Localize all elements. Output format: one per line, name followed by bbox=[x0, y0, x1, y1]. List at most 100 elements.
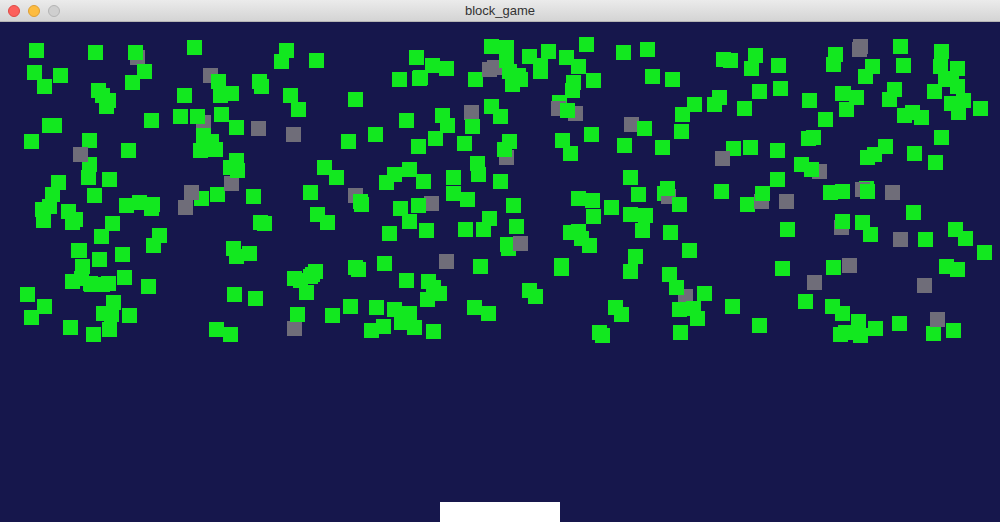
window-controls bbox=[8, 5, 68, 17]
block bbox=[748, 48, 763, 63]
block bbox=[412, 71, 427, 86]
block bbox=[464, 105, 479, 120]
block bbox=[930, 312, 945, 327]
block bbox=[771, 58, 786, 73]
block bbox=[419, 223, 434, 238]
block bbox=[887, 82, 902, 97]
block bbox=[473, 259, 488, 274]
block bbox=[897, 108, 912, 123]
block bbox=[416, 174, 431, 189]
block bbox=[715, 151, 730, 166]
block bbox=[826, 57, 841, 72]
block bbox=[187, 40, 202, 55]
block bbox=[946, 323, 961, 338]
block bbox=[635, 223, 650, 238]
block bbox=[287, 321, 302, 336]
block bbox=[178, 200, 193, 215]
block bbox=[802, 93, 817, 108]
block bbox=[402, 306, 417, 321]
block bbox=[928, 155, 943, 170]
close-button-icon[interactable] bbox=[8, 5, 20, 17]
block bbox=[121, 143, 136, 158]
block bbox=[248, 291, 263, 306]
block bbox=[88, 45, 103, 60]
block bbox=[645, 69, 660, 84]
block bbox=[42, 199, 57, 214]
block bbox=[84, 277, 99, 292]
block bbox=[697, 286, 712, 301]
block bbox=[865, 59, 880, 74]
block bbox=[460, 192, 475, 207]
block bbox=[672, 197, 687, 212]
block bbox=[571, 191, 586, 206]
block bbox=[973, 101, 988, 116]
block bbox=[193, 143, 208, 158]
block bbox=[493, 174, 508, 189]
block bbox=[102, 322, 117, 337]
block bbox=[214, 107, 229, 122]
block bbox=[868, 321, 883, 336]
block bbox=[392, 72, 407, 87]
block bbox=[723, 53, 738, 68]
block bbox=[37, 299, 52, 314]
block bbox=[290, 307, 305, 322]
block bbox=[853, 328, 868, 343]
block bbox=[382, 226, 397, 241]
block bbox=[101, 276, 116, 291]
game-window: block_game bbox=[0, 0, 1000, 522]
block bbox=[853, 39, 868, 54]
block bbox=[948, 222, 963, 237]
zoom-button-icon[interactable] bbox=[48, 5, 60, 17]
block bbox=[798, 294, 813, 309]
block bbox=[119, 198, 134, 213]
block bbox=[122, 308, 137, 323]
block bbox=[152, 228, 167, 243]
block bbox=[377, 256, 392, 271]
block bbox=[68, 212, 83, 227]
block bbox=[712, 90, 727, 105]
block bbox=[81, 170, 96, 185]
block bbox=[210, 187, 225, 202]
block bbox=[196, 128, 211, 143]
block bbox=[617, 138, 632, 153]
block bbox=[368, 127, 383, 142]
block bbox=[291, 102, 306, 117]
block bbox=[665, 72, 680, 87]
block bbox=[37, 79, 52, 94]
title-bar: block_game bbox=[0, 0, 1000, 22]
block bbox=[65, 274, 80, 289]
minimize-button-icon[interactable] bbox=[28, 5, 40, 17]
block bbox=[918, 232, 933, 247]
block bbox=[94, 229, 109, 244]
block bbox=[230, 163, 245, 178]
paddle[interactable] bbox=[440, 502, 560, 522]
block bbox=[579, 37, 594, 52]
block bbox=[586, 209, 601, 224]
block bbox=[660, 181, 675, 196]
block bbox=[387, 167, 402, 182]
block bbox=[584, 127, 599, 142]
block bbox=[293, 273, 308, 288]
block bbox=[482, 211, 497, 226]
block bbox=[807, 275, 822, 290]
block bbox=[893, 232, 908, 247]
block bbox=[906, 205, 921, 220]
block bbox=[655, 140, 670, 155]
block bbox=[82, 133, 97, 148]
block bbox=[638, 208, 653, 223]
block bbox=[541, 44, 556, 59]
block bbox=[399, 273, 414, 288]
block bbox=[672, 302, 687, 317]
block bbox=[773, 81, 788, 96]
block bbox=[24, 134, 39, 149]
block bbox=[892, 316, 907, 331]
block bbox=[351, 262, 366, 277]
block bbox=[246, 189, 261, 204]
block bbox=[559, 50, 574, 65]
block bbox=[36, 213, 51, 228]
block bbox=[907, 146, 922, 161]
block bbox=[177, 88, 192, 103]
block bbox=[223, 327, 238, 342]
block bbox=[387, 302, 402, 317]
block bbox=[145, 197, 160, 212]
